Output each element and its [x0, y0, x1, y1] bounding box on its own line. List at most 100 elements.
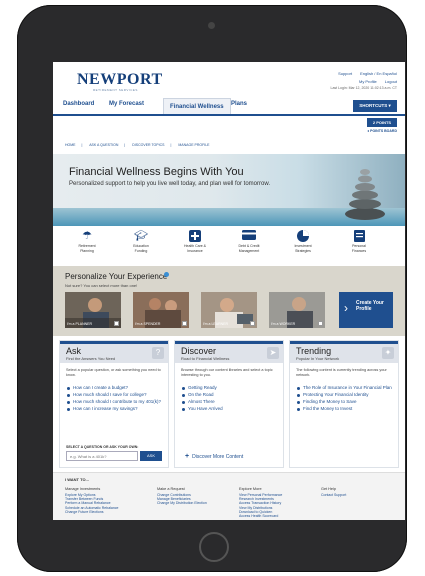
tab-plans[interactable]: Plans: [231, 101, 247, 107]
logout-link[interactable]: Logout: [385, 79, 397, 84]
footer-link[interactable]: Contact Support: [321, 493, 391, 497]
discover-topic-you-have-arrived[interactable]: You Have Arrived: [181, 406, 279, 412]
i-want-to-heading: I WANT TO...: [65, 477, 89, 482]
screen: NEWPORT RETIREMENT SERVICES Support Engli…: [53, 62, 405, 520]
account-links: My Profile Logout: [351, 79, 397, 84]
ask-button[interactable]: ASK: [140, 451, 162, 461]
trending-description: The following content is currently trend…: [296, 368, 387, 377]
hero-banner: Financial Wellness Begins With You Perso…: [53, 154, 405, 226]
breadcrumb-profile[interactable]: MANAGE PROFILE: [178, 143, 209, 147]
discover-more-link[interactable]: + Discover More Content: [185, 453, 243, 460]
discover-title: Discover: [181, 346, 217, 356]
tab-dashboard[interactable]: Dashboard: [63, 101, 94, 107]
footer-col-explore-more: Explore More View Personal Performance R…: [239, 487, 319, 518]
points-badge[interactable]: 2 POINTS: [367, 118, 397, 127]
persona-checkbox[interactable]: [182, 321, 187, 326]
discover-topic-on-the-road[interactable]: On the Road: [181, 392, 279, 398]
persona-label: I'm a PLANNER: [67, 322, 92, 326]
category-icon-row: ☂ Retirement Planning 🎓︎ Education Fundi…: [53, 230, 405, 266]
persona-card-worker[interactable]: I'm a WORKER: [269, 292, 325, 328]
main-nav: Dashboard My Forecast Financial Wellness…: [53, 98, 405, 116]
shortcuts-button[interactable]: SHORTCUTS ▾: [353, 100, 397, 112]
tab-financial-wellness[interactable]: Financial Wellness: [163, 98, 231, 114]
discover-description: Browse through our content libraries and…: [181, 368, 273, 377]
persona-card-planner[interactable]: I'm a PLANNER: [65, 292, 121, 328]
breadcrumb-discover[interactable]: DISCOVER TOPICS: [132, 143, 164, 147]
trending-item-identity[interactable]: Protecting Your Financial Identity: [296, 392, 394, 398]
graduation-cap-icon: 🎓︎: [134, 230, 148, 242]
lightbulb-icon: ✦: [382, 347, 394, 359]
ask-description: Select a popular question, or ask someth…: [66, 368, 161, 377]
ask-question-input[interactable]: [66, 451, 138, 461]
trending-list: The Role of Insurance in Your Financial …: [296, 385, 394, 413]
my-profile-link[interactable]: My Profile: [359, 79, 377, 84]
personalize-title: Personalize Your Experience: [65, 272, 168, 281]
language-link[interactable]: English / En Español: [360, 71, 397, 76]
question-icon: ?: [152, 347, 164, 359]
discover-topic-getting-ready[interactable]: Getting Ready: [181, 385, 279, 391]
footer-col-make-request: Make a Request Change Contributions Mana…: [157, 487, 237, 506]
logo-tagline: RETIREMENT SERVICES: [93, 88, 138, 92]
ask-subtitle: Find the Answers You Need: [66, 356, 116, 361]
footer-link[interactable]: Change My Distribution Election: [157, 501, 237, 505]
i-want-to-footer: I WANT TO... Manage Investments Explore …: [53, 472, 405, 520]
breadcrumb-home[interactable]: HOME: [65, 143, 76, 147]
hero-subtitle: Personalized support to help you live we…: [69, 181, 270, 187]
points-board-label: POINTS BOARD: [370, 129, 397, 133]
trending-subtitle: Popular In Your Network: [296, 356, 340, 361]
ask-select-label: SELECT A QUESTION OR ASK YOUR OWN:: [66, 445, 139, 449]
help-icon[interactable]: [164, 272, 169, 277]
plus-icon: +: [185, 453, 190, 460]
category-investment-strategies[interactable]: Investment Strategies: [281, 230, 325, 253]
footer-link[interactable]: Access Health Scorecard: [239, 514, 319, 518]
persona-card-spender[interactable]: I'm a SPENDER: [133, 292, 189, 328]
ask-question-401k[interactable]: How much should I contribute to my 401(k…: [66, 399, 164, 405]
chevron-right-icon: ›: [344, 301, 348, 315]
trending-header: Trending Popular In Your Network ✦: [290, 341, 398, 363]
create-profile-button[interactable]: › Create Your Profile: [339, 292, 393, 328]
personalize-subtitle: Not sure? You can select more than one!: [65, 283, 138, 288]
discover-topic-almost-there[interactable]: Almost There: [181, 399, 279, 405]
create-profile-label: Create Your Profile: [356, 300, 384, 312]
newport-logo[interactable]: NEWPORT: [77, 71, 163, 89]
footer-link[interactable]: Change Future Elections: [65, 510, 145, 514]
discover-panel: Discover Road to Financial Wellness ➤ Br…: [174, 340, 284, 468]
trending-item-invest[interactable]: Find the Money to Invest: [296, 406, 394, 412]
trending-item-insurance[interactable]: The Role of Insurance in Your Financial …: [296, 385, 394, 391]
ask-question-budget[interactable]: How can I create a budget?: [66, 385, 164, 391]
persona-checkbox[interactable]: [250, 321, 255, 326]
notebook-icon: [352, 230, 366, 242]
tablet-frame: NEWPORT RETIREMENT SERVICES Support Engli…: [17, 5, 407, 572]
breadcrumb: HOME | ASK A QUESTION | DISCOVER TOPICS | M…: [65, 143, 210, 147]
ask-question-college[interactable]: How much should I save for college?: [66, 392, 164, 398]
discover-more-label: Discover More Content: [192, 454, 244, 460]
ask-question-list: How can I create a budget? How much shou…: [66, 385, 164, 413]
persona-card-learner[interactable]: I'm a LEARNER: [201, 292, 257, 328]
category-debt-credit[interactable]: Debt & Credit Management: [227, 230, 271, 253]
persona-label: I'm a SPENDER: [135, 322, 161, 326]
home-button[interactable]: [199, 532, 229, 562]
persona-checkbox[interactable]: [318, 321, 323, 326]
tab-my-forecast[interactable]: My Forecast: [109, 101, 144, 107]
persona-checkbox[interactable]: [114, 321, 119, 326]
category-health-care[interactable]: Health Care & Insurance: [173, 230, 217, 253]
category-retirement-planning[interactable]: ☂ Retirement Planning: [65, 230, 109, 253]
category-personal-finances[interactable]: Personal Finances: [337, 230, 381, 253]
ask-title: Ask: [66, 346, 82, 356]
top-links: Support English / En Español: [330, 71, 397, 76]
trending-item-save[interactable]: Finding the Money to Save: [296, 399, 394, 405]
footer-col-get-help: Get Help Contact Support: [321, 487, 391, 497]
trending-panel: Trending Popular In Your Network ✦ The f…: [289, 340, 399, 468]
trending-title: Trending: [296, 346, 332, 356]
stacked-stones-image: [345, 169, 385, 220]
support-link[interactable]: Support: [338, 71, 352, 76]
discover-topic-list: Getting Ready On the Road Almost There Y…: [181, 385, 279, 413]
content-columns: Ask Find the Answers You Need ? Select a…: [53, 340, 405, 470]
points-board-link[interactable]: ♦ POINTS BOARD: [367, 129, 397, 133]
breadcrumb-ask[interactable]: ASK A QUESTION: [89, 143, 118, 147]
pie-chart-icon: [296, 230, 310, 242]
category-education-funding[interactable]: 🎓︎ Education Funding: [119, 230, 163, 253]
discover-subtitle: Road to Financial Wellness: [181, 356, 230, 361]
ask-question-savings[interactable]: How can I increase my savings?: [66, 406, 164, 412]
persona-label: I'm a LEARNER: [203, 322, 228, 326]
